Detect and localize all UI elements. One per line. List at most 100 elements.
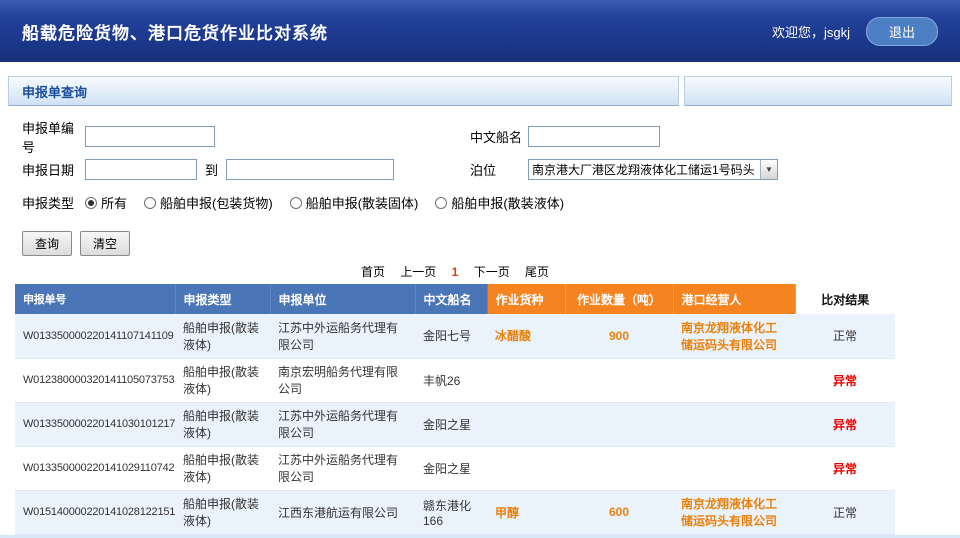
cell-result: 异常 — [795, 446, 895, 490]
cell-port_operator: 南京龙翔液体化工储运码头有限公司 — [673, 490, 795, 534]
welcome-text: 欢迎您，jsgkj — [772, 22, 850, 41]
cell-decl_unit: 江苏中外运船务代理有限公司 — [270, 446, 415, 490]
cell-ship_name: 金阳之星 — [415, 446, 487, 490]
radio-packaged[interactable]: 船舶申报(包装货物) — [144, 193, 273, 212]
radio-label: 船舶申报(包装货物) — [160, 193, 273, 212]
cell-quantity — [565, 446, 673, 490]
ship-name-input[interactable] — [528, 126, 660, 147]
cell-decl_no: W013350000220141030101217 — [15, 402, 175, 446]
cell-decl_type: 船舶申报(散装液体) — [175, 402, 270, 446]
cell-decl_unit: 江苏中外运船务代理有限公司 — [270, 314, 415, 358]
cell-result: 异常 — [795, 402, 895, 446]
cell-result: 正常 — [795, 490, 895, 534]
header-decl-no: 申报单号 — [15, 284, 175, 314]
cell-decl_type: 船舶申报(散装液体) — [175, 446, 270, 490]
decl-type-radio-group: 所有 船舶申报(包装货物) 船舶申报(散装固体) 船舶申报(散装液体) — [85, 193, 564, 212]
radio-bulk-solid[interactable]: 船舶申报(散装固体) — [290, 193, 419, 212]
cell-cargo_type — [487, 358, 565, 402]
header-ship-name: 中文船名 — [415, 284, 487, 314]
section-bar: 申报单查询 — [8, 76, 952, 106]
cell-quantity: 600 — [565, 490, 673, 534]
radio-label: 船舶申报(散装固体) — [306, 193, 419, 212]
radio-icon[interactable] — [144, 197, 156, 209]
cell-ship_name: 赣东港化166 — [415, 490, 487, 534]
bottom-strip — [0, 535, 960, 538]
table-header: 申报单号 申报类型 申报单位 中文船名 作业货种 作业数量（吨） 港口经营人 比… — [15, 284, 895, 314]
cell-decl_no: W013350000220141029110742 — [15, 446, 175, 490]
clear-button[interactable]: 清空 — [80, 231, 130, 256]
chevron-down-icon[interactable]: ▼ — [760, 160, 777, 179]
app-header: 船载危险货物、港口危货作业比对系统 欢迎您，jsgkj 退出 — [0, 0, 960, 62]
cell-decl_unit: 江苏中外运船务代理有限公司 — [270, 402, 415, 446]
cell-cargo_type — [487, 446, 565, 490]
radio-label: 所有 — [101, 193, 127, 212]
pagination-prev[interactable]: 上一页 — [400, 265, 436, 279]
header-quantity: 作业数量（吨） — [565, 284, 673, 314]
cell-quantity — [565, 402, 673, 446]
pagination-first[interactable]: 首页 — [361, 265, 385, 279]
header-decl-unit: 申报单位 — [270, 284, 415, 314]
app-title: 船载危险货物、港口危货作业比对系统 — [22, 19, 328, 44]
berth-select[interactable]: 南京港大厂港区龙翔液体化工储运1号码头 ▼ — [528, 159, 778, 180]
header-port-operator: 港口经营人 — [673, 284, 795, 314]
cell-port_operator — [673, 402, 795, 446]
date-to-input[interactable] — [226, 159, 394, 180]
cell-decl_type: 船舶申报(散装液体) — [175, 314, 270, 358]
decl-no-input[interactable] — [85, 126, 215, 147]
cell-ship_name: 丰帆26 — [415, 358, 487, 402]
cell-result: 正常 — [795, 314, 895, 358]
cell-decl_no: W015140000220141028122151 — [15, 490, 175, 534]
cell-decl_no: W013350000220141107141109 — [15, 314, 175, 358]
header-decl-type: 申报类型 — [175, 284, 270, 314]
cell-port_operator — [673, 358, 795, 402]
radio-bulk-liquid[interactable]: 船舶申报(散装液体) — [435, 193, 564, 212]
cell-decl_type: 船舶申报(散装液体) — [175, 490, 270, 534]
cell-cargo_type: 甲醇 — [487, 490, 565, 534]
date-from-input[interactable] — [85, 159, 197, 180]
pagination: 首页 上一页 1 下一页 尾页 — [15, 263, 895, 280]
cell-decl_no: W012380000320141105073753 — [15, 358, 175, 402]
cell-decl_unit: 南京宏明船务代理有限公司 — [270, 358, 415, 402]
cell-result: 异常 — [795, 358, 895, 402]
form-row-2: 申报日期 到 泊位 南京港大厂港区龙翔液体化工储运1号码头 ▼ — [22, 153, 960, 186]
page-title: 申报单查询 — [22, 82, 87, 101]
pagination-last[interactable]: 尾页 — [525, 265, 549, 279]
decl-type-label: 申报类型 — [22, 193, 85, 212]
header-right: 欢迎您，jsgkj 退出 — [772, 17, 938, 46]
radio-icon[interactable] — [435, 197, 447, 209]
table-row: W013350000220141030101217船舶申报(散装液体)江苏中外运… — [15, 402, 895, 446]
table-row: W013350000220141029110742船舶申报(散装液体)江苏中外运… — [15, 446, 895, 490]
decl-no-label: 申报单编号 — [22, 118, 85, 156]
cell-port_operator: 南京龙翔液体化工储运码头有限公司 — [673, 314, 795, 358]
radio-icon[interactable] — [290, 197, 302, 209]
header-cargo-type: 作业货种 — [487, 284, 565, 314]
date-to-label: 到 — [205, 160, 218, 179]
table-body: W013350000220141107141109船舶申报(散装液体)江苏中外运… — [15, 314, 895, 534]
cell-decl_unit: 江西东港航运有限公司 — [270, 490, 415, 534]
query-form: 申报单编号 中文船名 申报日期 到 泊位 南京港大厂港区龙翔液体化工储运1号码头… — [0, 106, 960, 256]
query-button[interactable]: 查询 — [22, 231, 72, 256]
berth-select-value: 南京港大厂港区龙翔液体化工储运1号码头 — [529, 161, 760, 178]
pagination-current-page: 1 — [452, 265, 459, 279]
results-table: 申报单号 申报类型 申报单位 中文船名 作业货种 作业数量（吨） 港口经营人 比… — [15, 284, 895, 535]
cell-cargo_type — [487, 402, 565, 446]
cell-quantity — [565, 358, 673, 402]
form-row-2-right: 泊位 南京港大厂港区龙翔液体化工储运1号码头 ▼ — [470, 159, 778, 180]
berth-label: 泊位 — [470, 160, 528, 179]
form-row-1-right: 中文船名 — [470, 126, 660, 147]
cell-ship_name: 金阳七号 — [415, 314, 487, 358]
cell-port_operator — [673, 446, 795, 490]
radio-all[interactable]: 所有 — [85, 193, 127, 212]
form-row-1: 申报单编号 中文船名 — [22, 120, 960, 153]
form-buttons: 查询 清空 — [22, 231, 960, 256]
logout-button[interactable]: 退出 — [866, 17, 938, 46]
cell-quantity: 900 — [565, 314, 673, 358]
pagination-next[interactable]: 下一页 — [474, 265, 510, 279]
radio-label: 船舶申报(散装液体) — [451, 193, 564, 212]
cell-ship_name: 金阳之星 — [415, 402, 487, 446]
radio-icon[interactable] — [85, 197, 97, 209]
table-row: W015140000220141028122151船舶申报(散装液体)江西东港航… — [15, 490, 895, 534]
date-label: 申报日期 — [22, 160, 85, 179]
section-bar-left: 申报单查询 — [8, 76, 679, 106]
cell-cargo_type: 冰醋酸 — [487, 314, 565, 358]
